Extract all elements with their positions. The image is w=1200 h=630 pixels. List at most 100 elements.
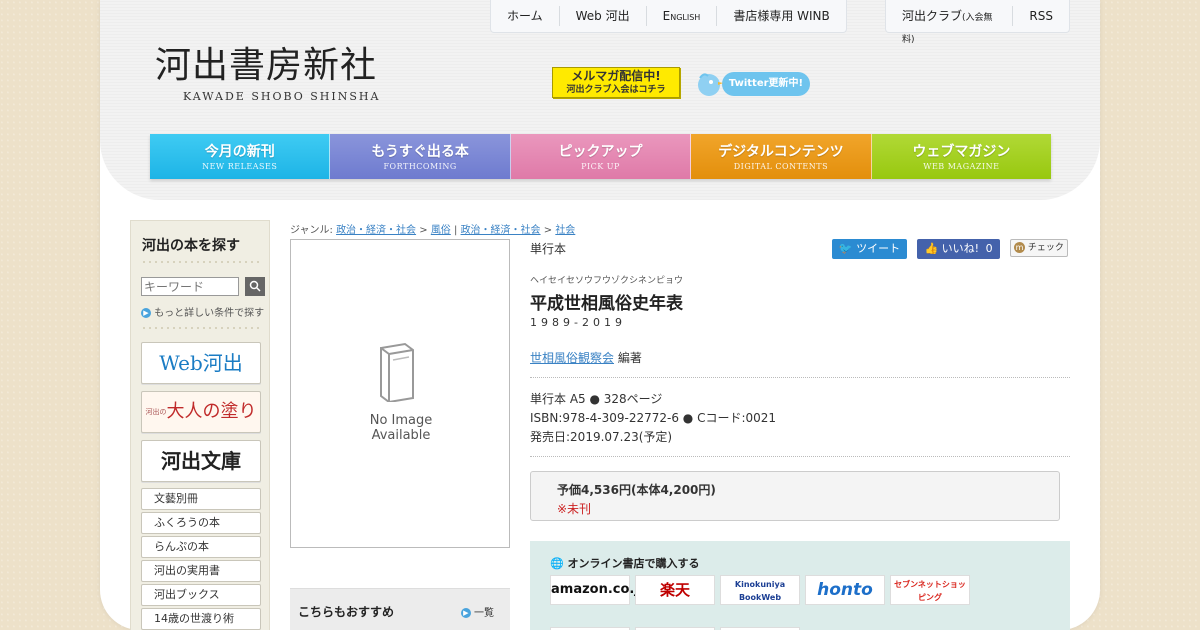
coloring-book-small: 河出の [145, 408, 167, 416]
divider [141, 261, 259, 263]
breadcrumb-separator: > [543, 225, 556, 236]
like-label: いいね! [941, 242, 980, 255]
thumbs-up-icon: 👍 [924, 242, 939, 255]
nav-new-releases[interactable]: 今月の新刊 NEW RELEASES [150, 134, 331, 179]
no-image-text: No Image Available [291, 413, 511, 443]
keyword-search-input[interactable] [141, 277, 239, 296]
advanced-search-label: もっと詳しい条件で探す [154, 308, 265, 319]
nav-sublabel: NEW RELEASES [202, 162, 278, 171]
recommend-list-link[interactable]: ▶ 一覧 [460, 604, 494, 619]
breadcrumb-separator: > [419, 225, 431, 236]
search-row [141, 277, 265, 296]
logo-japanese: 河出書房新社 [155, 45, 378, 86]
mixi-check-button[interactable]: m チェック [1010, 239, 1068, 257]
mail-magazine-banner[interactable]: メルマガ配信中! 河出クラブ入会はコチラ [552, 67, 680, 98]
mailmag-line1: メルマガ配信中! [571, 69, 661, 83]
breadcrumb-link[interactable]: 政治・経済・社会 [336, 225, 416, 236]
nav-sublabel: DIGITAL CONTENTS [733, 162, 829, 171]
kawade-bunko-button[interactable]: 河出文庫 [141, 440, 261, 482]
book-icon [380, 342, 414, 402]
book-cover: No Image Available [290, 239, 510, 548]
title-reading: ヘイセイセソウフウゾクシネンピョウ [530, 276, 684, 286]
sidebar-link-ranpu[interactable]: らんぷの本 [141, 536, 261, 558]
recommend-title: こちらもおすすめ [298, 605, 395, 619]
twitter-banner-label: Twitter更新中! [722, 72, 810, 96]
book-release-date: 発売日:2019.07.23(予定) [530, 430, 673, 444]
shop-kinokuniya[interactable]: Kinokuniya BookWeb [720, 575, 800, 605]
globe-icon: 🌐 [550, 557, 564, 570]
book-format: 単行本 [530, 242, 567, 256]
nav-digital-contents[interactable]: デジタルコンテンツ DIGITAL CONTENTS [691, 134, 872, 179]
site-logo[interactable]: 河出書房新社 KAWADE SHOBO SHINSHA [155, 45, 381, 104]
nav-sublabel: WEB MAGAZINE [923, 162, 1000, 171]
arrow-right-icon: ▶ [460, 608, 471, 618]
shop-rakuten[interactable]: 楽天 [635, 575, 715, 605]
top-nav-home[interactable]: ホーム [491, 6, 560, 26]
search-icon [249, 280, 261, 292]
advanced-search-link[interactable]: ▶ もっと詳しい条件で探す [141, 304, 264, 319]
breadcrumb-link[interactable]: 社会 [555, 225, 575, 236]
top-nav-winb[interactable]: 書店様専用 WINB [717, 6, 845, 26]
twitter-banner[interactable]: Twitter更新中! [694, 70, 816, 100]
recommend-list-label: 一覧 [474, 608, 494, 619]
price-box: 予価4,536円(本体4,200円) ※未刊 [530, 471, 1060, 521]
author: 世相風俗観察会 編著 [530, 349, 642, 366]
top-nav-secondary: 河出クラブ(入会無料) RSS [885, 0, 1070, 45]
author-role: 編著 [617, 351, 642, 365]
nav-sublabel: PICK UP [581, 162, 620, 171]
nav-label: デジタルコンテンツ [718, 144, 844, 160]
mailmag-line2: 河出クラブ入会はコチラ [566, 85, 666, 95]
coloring-book-button[interactable]: 河出の大人の塗り絵 [141, 391, 261, 462]
nav-sublabel: FORTHCOMING [383, 162, 457, 171]
online-shops-heading: 🌐 オンライン書店で購入する [550, 555, 700, 571]
book-title: 平成世相風俗史年表 [530, 294, 683, 314]
online-shops: 🌐 オンライン書店で購入する amazon.co.jp 楽天 Kinokuniy… [530, 541, 1070, 630]
author-link[interactable]: 世相風俗観察会 [530, 351, 614, 365]
logo-english: KAWADE SHOBO SHINSHA [183, 90, 381, 103]
nav-forthcoming[interactable]: もうすぐ出る本 FORTHCOMING [330, 134, 511, 179]
nav-label: ウェブマガジン [912, 144, 1011, 160]
breadcrumb: ジャンル: 政治・経済・社会 > 風俗 | 政治・経済・社会 > 社会 [290, 221, 575, 236]
breadcrumb-link[interactable]: 風俗 [431, 225, 451, 236]
recommend-box: こちらもおすすめ ▶ 一覧 [290, 588, 510, 630]
facebook-like-button[interactable]: 👍 いいね! 0 [917, 239, 1000, 259]
top-nav-english[interactable]: English [647, 6, 718, 26]
nav-label: もうすぐ出る本 [371, 144, 469, 160]
check-label: チェック [1027, 243, 1064, 253]
search-button[interactable] [245, 277, 265, 296]
main-nav: 今月の新刊 NEW RELEASES もうすぐ出る本 FORTHCOMING ピ… [150, 134, 1052, 179]
twitter-icon: 🐦 [838, 242, 853, 255]
book-subtitle: 1989-2019 [530, 316, 626, 329]
breadcrumb-link[interactable]: 政治・経済・社会 [461, 225, 541, 236]
nav-pick-up[interactable]: ピックアップ PICK UP [510, 134, 692, 179]
tweet-label: ツイート [856, 242, 901, 255]
divider [530, 456, 1070, 457]
sidebar-link-bungei-bessatsu[interactable]: 文藝別冊 [141, 488, 261, 510]
top-nav: ホーム Web 河出 English 書店様専用 WINB [490, 0, 847, 33]
sidebar: 河出の本を探す ▶ もっと詳しい条件で探す Web河出 河出の大人の塗り絵 河出… [130, 220, 270, 630]
sidebar-link-14sai[interactable]: 14歳の世渡り術 [141, 608, 261, 630]
nav-label: 今月の新刊 [204, 144, 275, 160]
price: 予価4,536円(本体4,200円) [557, 483, 716, 497]
web-kawade-button[interactable]: Web河出 [141, 342, 261, 384]
sidebar-link-fukurou[interactable]: ふくろうの本 [141, 512, 261, 534]
arrow-right-icon: ▶ [141, 308, 151, 318]
shop-amazon[interactable]: amazon.co.jp [550, 575, 648, 605]
shop-seven-net[interactable]: セブンネットショッピング [890, 575, 970, 605]
sidebar-link-kawade-books[interactable]: 河出ブックス [141, 584, 261, 606]
nav-label: ピックアップ [558, 144, 643, 160]
twitter-bird-icon [694, 70, 724, 98]
top-nav-kawade-club[interactable]: 河出クラブ(入会無料) [886, 6, 1014, 45]
breadcrumb-prefix: ジャンル: [290, 225, 333, 236]
publication-status: ※未刊 [557, 502, 592, 516]
sidebar-link-jitsuyousho[interactable]: 河出の実用書 [141, 560, 261, 582]
top-nav-web-kawade[interactable]: Web 河出 [560, 6, 647, 26]
shop-honto[interactable]: honto [805, 575, 885, 605]
tweet-button[interactable]: 🐦 ツイート [832, 239, 907, 259]
divider [530, 377, 1070, 378]
nav-web-magazine[interactable]: ウェブマガジン WEB MAGAZINE [871, 134, 1052, 179]
sidebar-title: 河出の本を探す [142, 238, 240, 254]
no-image-line2: Available [371, 428, 431, 443]
no-image-line1: No Image [369, 413, 433, 428]
top-nav-rss[interactable]: RSS [1013, 6, 1069, 26]
